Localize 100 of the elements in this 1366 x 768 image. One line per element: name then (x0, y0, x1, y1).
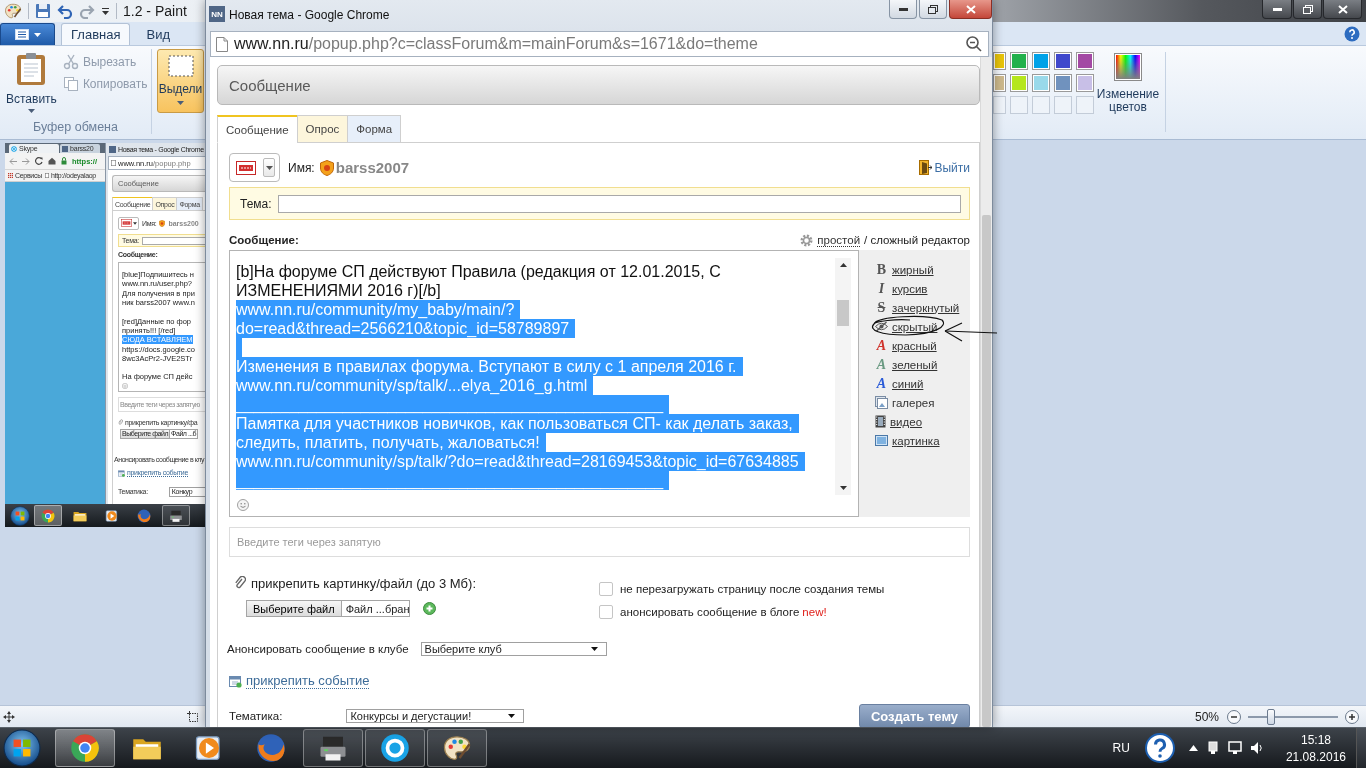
logout-link[interactable]: Выйти (919, 160, 970, 175)
paint-palette-icon[interactable] (4, 2, 22, 20)
speaker-icon[interactable] (1249, 741, 1264, 755)
tags-input[interactable]: Введите теги через запятую (229, 527, 970, 557)
taskbar-button[interactable] (303, 729, 363, 767)
category-select[interactable]: Конкурсы и дегустации! (346, 709, 525, 723)
save-icon[interactable] (35, 3, 51, 19)
firefox-icon[interactable] (137, 508, 151, 523)
color-swatch[interactable] (1054, 74, 1072, 92)
taskbar-button[interactable] (55, 729, 115, 767)
add-file-icon[interactable] (423, 602, 436, 615)
color-swatch[interactable] (1032, 74, 1050, 92)
picture-icon[interactable] (875, 435, 888, 446)
taskbar-button[interactable] (365, 729, 425, 767)
help-icon[interactable] (1144, 733, 1175, 763)
format-link[interactable]: красный (892, 339, 937, 352)
text-color-icon[interactable]: A (875, 338, 888, 353)
empty-color-slot[interactable] (1010, 96, 1028, 114)
form-tab[interactable]: Опрос (296, 115, 349, 143)
forward-arrow-icon[interactable] (22, 157, 30, 165)
format-link[interactable]: курсив (892, 282, 928, 295)
form-tab[interactable]: Форма (347, 115, 402, 143)
empty-color-slot[interactable] (993, 96, 1006, 114)
skype-icon[interactable] (380, 733, 410, 763)
select-button[interactable]: Выдели (157, 49, 204, 113)
restore-button[interactable] (919, 0, 947, 19)
address-bar[interactable]: www.nn.ru/popup.php?c=classForum&m=mainForum&s=1671&do=theme (210, 31, 989, 57)
file-input[interactable]: Выберите файл Файл ...бран (246, 600, 410, 617)
scroll-up-icon[interactable] (839, 263, 847, 267)
printer-icon[interactable] (169, 508, 183, 523)
minimize-button[interactable] (889, 0, 917, 19)
color-swatch[interactable] (1032, 52, 1050, 70)
format-link[interactable]: зачеркнутый (892, 301, 960, 314)
club-select[interactable]: Выберите клуб (420, 642, 607, 656)
color-swatch[interactable] (1010, 74, 1028, 92)
color-swatch[interactable] (1054, 52, 1072, 70)
undo-icon[interactable] (57, 3, 73, 19)
close-button[interactable] (1323, 0, 1362, 19)
device-icon[interactable] (1205, 741, 1220, 755)
empty-color-slot[interactable] (1054, 96, 1072, 114)
color-swatch[interactable] (993, 52, 1006, 70)
home-icon[interactable] (48, 157, 56, 165)
file-menu-button[interactable] (0, 23, 55, 45)
format-link[interactable]: зеленый (892, 358, 938, 371)
empty-color-slot[interactable] (1076, 96, 1094, 114)
paste-button[interactable]: Вставить (4, 49, 59, 113)
film-icon[interactable] (875, 415, 886, 428)
format-link[interactable]: скрытый (892, 320, 938, 333)
strikethrough-icon[interactable]: S (875, 300, 888, 315)
chrome-icon[interactable] (41, 508, 55, 523)
color-swatch[interactable] (1076, 74, 1094, 92)
language-indicator[interactable]: RU (1112, 741, 1130, 755)
scroll-down-icon[interactable] (839, 486, 847, 490)
customize-caret-icon[interactable] (101, 6, 110, 16)
text-color-icon[interactable]: A (875, 376, 888, 391)
start-orb-icon[interactable] (10, 505, 30, 526)
restore-button[interactable] (1293, 0, 1322, 19)
italic-icon[interactable]: I (875, 281, 888, 296)
ribbon-tab[interactable]: Вид (136, 23, 180, 45)
topic-input[interactable] (277, 194, 961, 213)
clock[interactable]: 15:18 21.08.2016 (1285, 732, 1346, 764)
topic-input[interactable] (141, 236, 205, 245)
avatar-select[interactable] (118, 216, 139, 230)
network-icon[interactable] (1227, 741, 1242, 755)
taskbar-button[interactable] (427, 729, 487, 767)
bold-icon[interactable]: B (875, 262, 888, 277)
minimize-button[interactable] (1262, 0, 1292, 19)
ribbon-tab[interactable]: Главная (61, 23, 131, 45)
format-link[interactable]: жирный (892, 263, 934, 276)
color-swatch[interactable] (993, 74, 1006, 92)
form-tab[interactable]: Сообщение (217, 115, 298, 143)
zoom-in-icon[interactable] (1345, 709, 1359, 724)
empty-color-slot[interactable] (1032, 96, 1050, 114)
page-scrollbar-thumb[interactable] (982, 215, 991, 727)
format-link[interactable]: картинка (892, 434, 940, 447)
taskbar-button[interactable] (162, 505, 190, 526)
media-player-icon[interactable] (105, 508, 119, 523)
chrome-icon[interactable] (70, 733, 100, 763)
textarea-scrollbar-thumb[interactable] (837, 300, 849, 326)
color-swatch[interactable] (1010, 52, 1028, 70)
crossed-eye-icon[interactable] (875, 321, 888, 332)
edit-colors-button[interactable]: Изменение цветов (1097, 52, 1159, 139)
firefox-icon[interactable] (256, 733, 286, 763)
simple-editor-link[interactable]: простой (817, 233, 861, 247)
format-link[interactable]: видео (890, 415, 923, 428)
attach-event-link[interactable]: прикрепить событие (246, 673, 370, 689)
avatar-select[interactable] (229, 153, 280, 182)
format-link[interactable]: синий (892, 377, 924, 390)
format-link[interactable]: галерея (892, 396, 935, 409)
dropdown-button[interactable] (263, 158, 275, 177)
back-arrow-icon[interactable] (9, 157, 17, 165)
paint-palette-icon[interactable] (442, 733, 472, 763)
start-orb-icon[interactable] (3, 729, 41, 767)
gallery-icon[interactable] (875, 396, 888, 409)
checkbox[interactable] (599, 605, 613, 619)
zoom-out-icon[interactable] (966, 36, 982, 52)
checkbox[interactable] (599, 582, 613, 596)
zoom-out-icon[interactable] (1227, 709, 1241, 724)
choose-file-button[interactable]: Выберите файл (247, 601, 342, 616)
close-button[interactable] (949, 0, 992, 19)
